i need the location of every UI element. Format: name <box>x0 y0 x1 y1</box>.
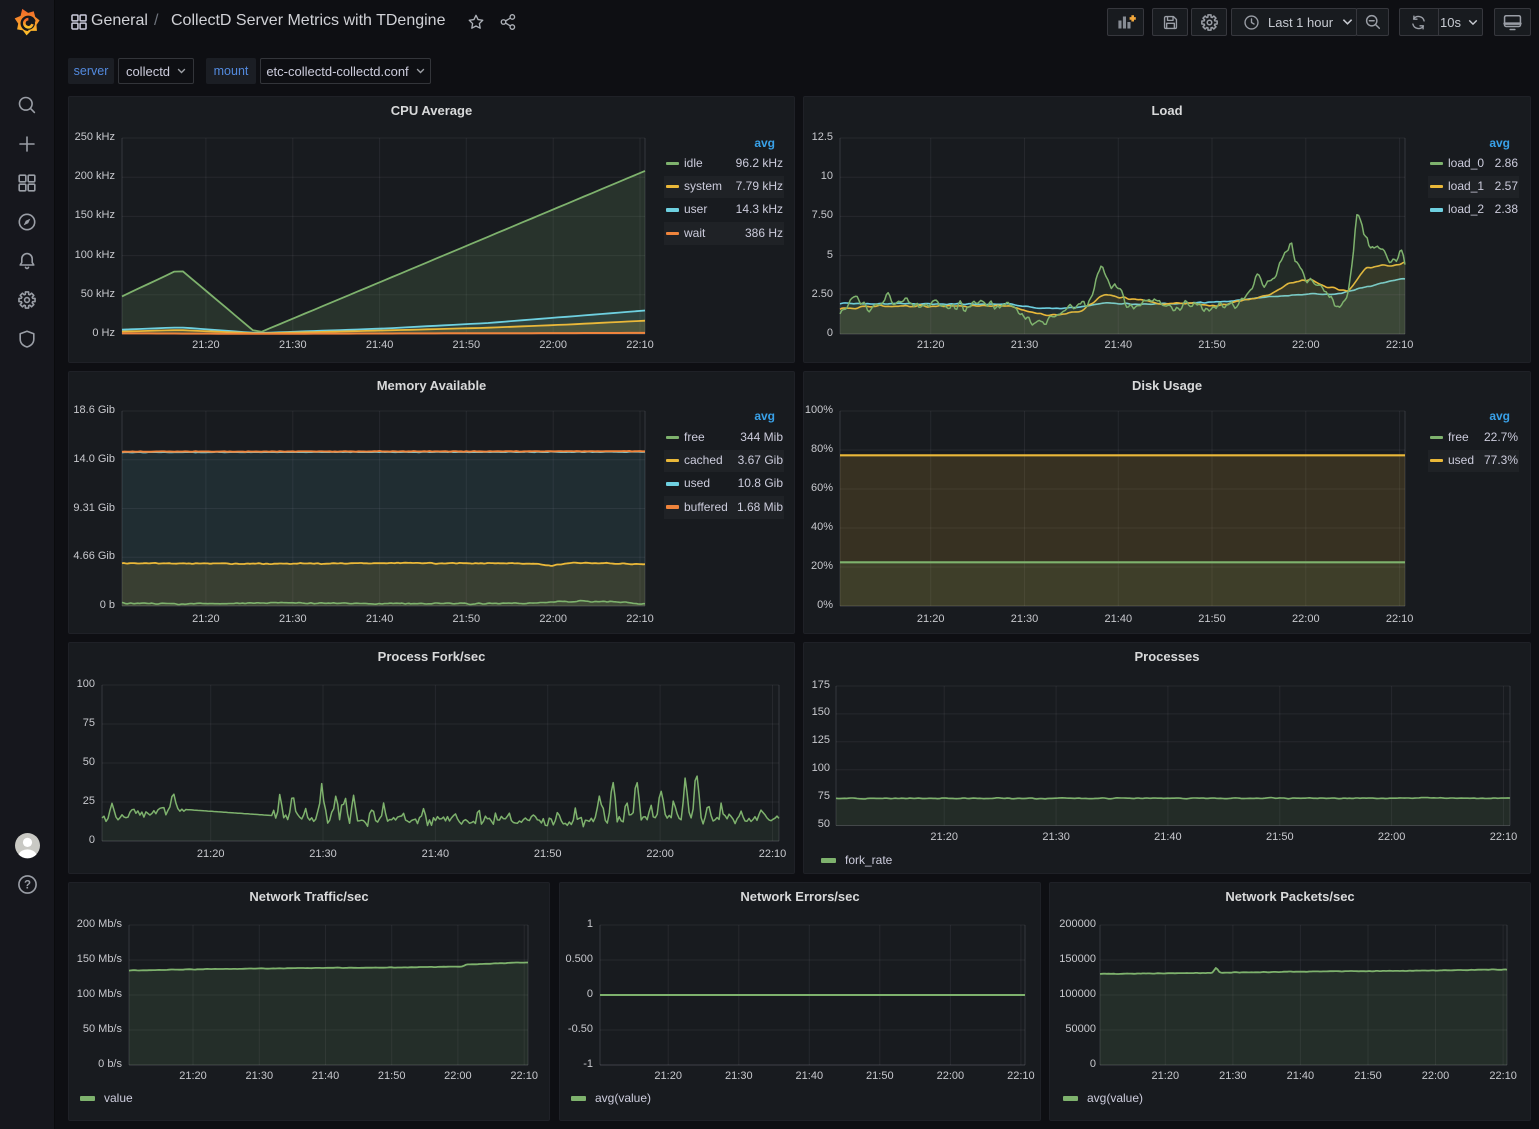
svg-text:?: ? <box>24 880 31 892</box>
